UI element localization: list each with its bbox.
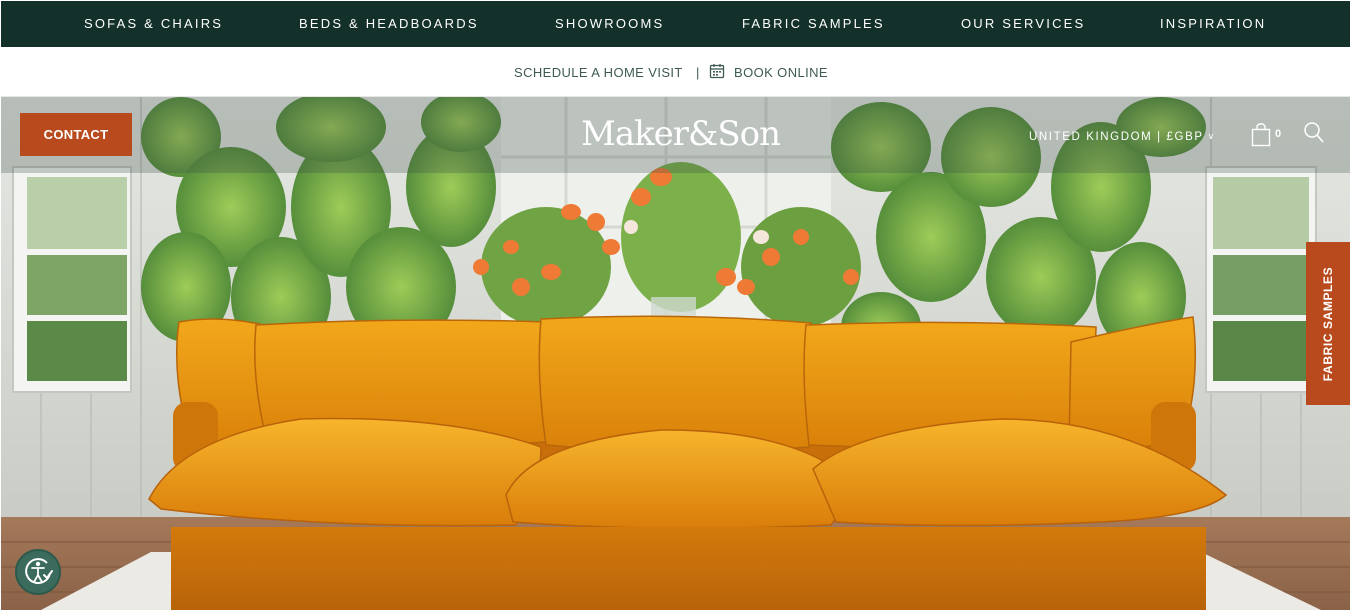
nav-inspiration[interactable]: INSPIRATION	[1160, 1, 1266, 47]
calendar-icon[interactable]	[709, 63, 725, 84]
chevron-down-icon: ∨	[1207, 131, 1216, 141]
search-icon	[1304, 122, 1324, 143]
region-label: UNITED KINGDOM | £GBP	[1029, 131, 1204, 143]
cart-count: 0	[1275, 128, 1282, 140]
accessibility-icon	[25, 558, 53, 585]
region-currency-selector[interactable]: UNITED KINGDOM | £GBP ∨	[1029, 127, 1216, 145]
search-button[interactable]	[1303, 121, 1327, 147]
shopping-bag-icon	[1251, 123, 1271, 147]
hero-banner: CONTACT Maker&Son UNITED KINGDOM | £GBP ∨…	[1, 97, 1350, 610]
fabric-samples-side-tab[interactable]: FABRIC SAMPLES	[1306, 242, 1350, 405]
nav-beds-headboards[interactable]: BEDS & HEADBOARDS	[299, 1, 479, 47]
schedule-home-visit-link[interactable]: SCHEDULE A HOME VISIT	[514, 47, 683, 97]
cart-button[interactable]: 0	[1251, 121, 1287, 149]
nav-sofas-chairs[interactable]: SOFAS & CHAIRS	[84, 1, 223, 47]
separator: |	[696, 65, 700, 80]
accessibility-button[interactable]	[15, 549, 61, 595]
appointment-bar: SCHEDULE A HOME VISIT | BOOK ONLINE	[1, 47, 1350, 97]
book-online-link[interactable]: BOOK ONLINE	[734, 47, 828, 97]
maker-son-logo[interactable]: Maker&Son	[581, 111, 781, 157]
main-navigation: SOFAS & CHAIRS BEDS & HEADBOARDS SHOWROO…	[1, 1, 1350, 47]
nav-showrooms[interactable]: SHOWROOMS	[555, 1, 664, 47]
nav-fabric-samples[interactable]: FABRIC SAMPLES	[742, 1, 885, 47]
contact-button[interactable]: CONTACT	[20, 113, 132, 156]
fabric-samples-tab-label: FABRIC SAMPLES	[1321, 266, 1335, 382]
hero-image	[1, 97, 1350, 610]
nav-our-services[interactable]: OUR SERVICES	[961, 1, 1085, 47]
